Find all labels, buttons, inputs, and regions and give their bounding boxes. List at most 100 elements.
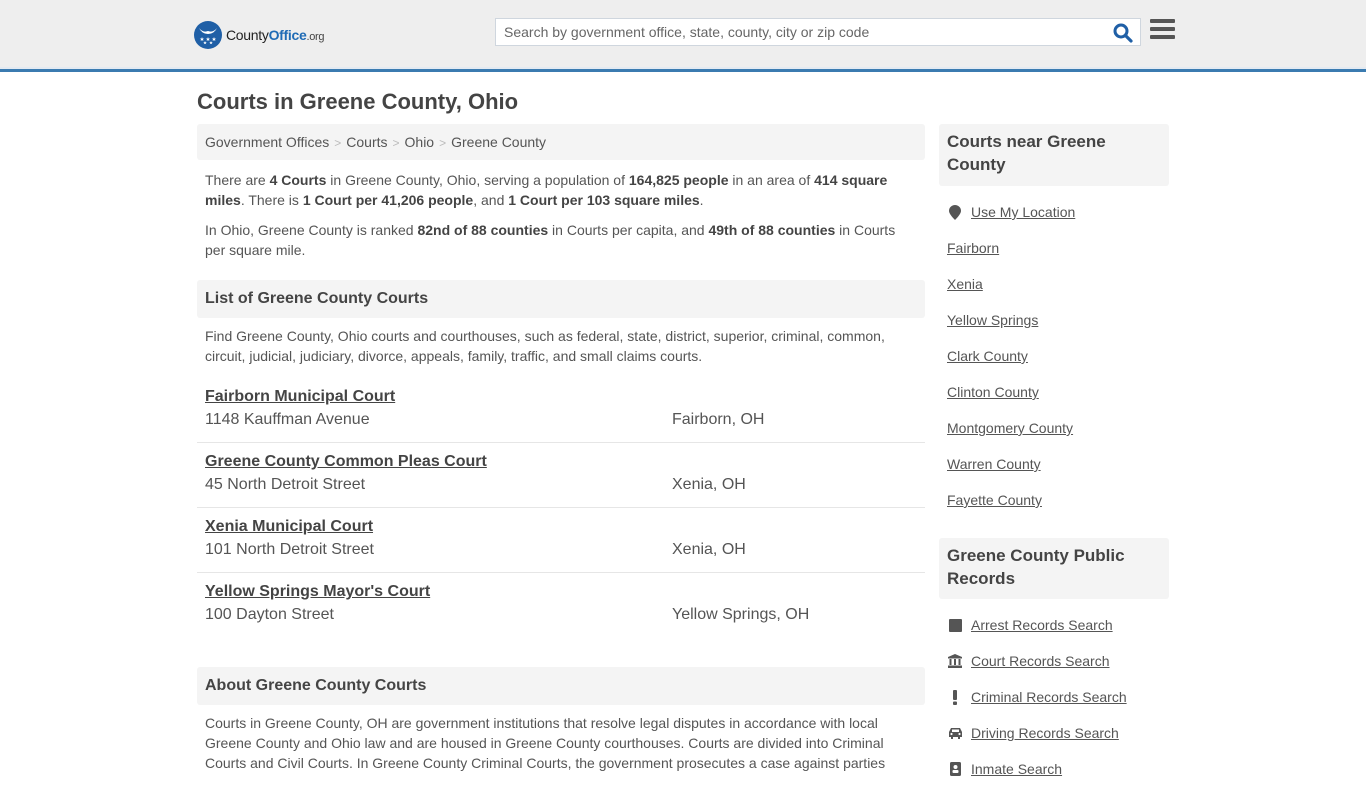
list-section-description: Find Greene County, Ohio courts and cour… — [205, 328, 885, 364]
use-my-location-link[interactable]: Use My Location — [971, 204, 1075, 220]
nearby-link-clark-county[interactable]: Clark County — [947, 348, 1028, 364]
nearby-link-clinton-county[interactable]: Clinton County — [947, 384, 1039, 400]
car-icon — [947, 725, 963, 741]
text: There are — [205, 172, 270, 188]
nearby-link-item: Montgomery County — [947, 410, 1161, 446]
menu-bar — [1150, 35, 1175, 39]
court-records-link[interactable]: Court Records Search — [971, 653, 1110, 669]
nearby-link-item: Clinton County — [947, 374, 1161, 410]
map-marker-icon — [947, 204, 963, 220]
search-input[interactable] — [496, 19, 1096, 45]
court-name-link[interactable]: Greene County Common Pleas Court — [205, 451, 487, 473]
sidebar: Courts near Greene County Use My Locatio… — [939, 124, 1169, 787]
breadcrumb: Government Offices > Courts > Ohio > Greene Co… — [197, 124, 925, 160]
court-city: Fairborn, OH — [672, 411, 765, 428]
inmate-search-link[interactable]: Inmate Search — [971, 761, 1062, 777]
breadcrumb-ohio[interactable]: Ohio — [405, 134, 435, 150]
about-section-text: Courts in Greene County, OH are governme… — [205, 715, 886, 771]
intro-paragraph-stats: There are 4 Courts in Greene County, Ohi… — [205, 170, 917, 210]
exclamation-icon — [947, 689, 963, 705]
courthouse-icon — [947, 653, 963, 669]
text: In Ohio, Greene County is ranked — [205, 222, 418, 238]
court-count: 4 Courts — [269, 172, 327, 188]
nearby-link-item: Yellow Springs — [947, 302, 1161, 338]
court-address: 100 Dayton Street — [205, 606, 334, 623]
breadcrumb-separator: > — [439, 136, 447, 150]
court-details: 101 North Detroit Street Xenia, OH — [205, 538, 917, 562]
nearby-link-item: Fairborn — [947, 230, 1161, 266]
population: 164,825 people — [628, 172, 729, 188]
site-header: CountyOffice.org — [0, 0, 1366, 72]
court-item: Xenia Municipal Court 101 North Detroit … — [197, 508, 925, 573]
square-icon — [947, 617, 963, 633]
list-section-heading: List of Greene County Courts — [197, 280, 925, 318]
courts-per-people: 1 Court per 41,206 people — [302, 192, 474, 208]
intro-summary: There are 4 Courts in Greene County, Ohi… — [197, 170, 925, 260]
nearby-courts-heading: Courts near Greene County — [939, 124, 1169, 186]
court-address: 45 North Detroit Street — [205, 476, 366, 493]
public-records-list: Arrest Records Search Court Records Sear… — [939, 607, 1169, 787]
eagle-stars-logo-icon — [194, 21, 222, 49]
court-address: 1148 Kauffman Avenue — [205, 411, 370, 428]
criminal-records-link[interactable]: Criminal Records Search — [971, 689, 1127, 705]
court-name-link[interactable]: Fairborn Municipal Court — [205, 386, 395, 408]
site-logo[interactable]: CountyOffice.org — [194, 21, 325, 49]
court-name-link[interactable]: Yellow Springs Mayor's Court — [205, 581, 430, 603]
records-link-item[interactable]: Court Records Search — [947, 643, 1161, 679]
records-link-item[interactable]: Inmate Search — [947, 751, 1161, 787]
nearby-link-item: Warren County — [947, 446, 1161, 482]
breadcrumb-separator: > — [392, 136, 400, 150]
court-details: 100 Dayton Street Yellow Springs, OH — [205, 603, 917, 627]
text: in an area of — [728, 172, 815, 188]
text: in Greene County, Ohio, serving a popula… — [326, 172, 629, 188]
about-section-heading: About Greene County Courts — [197, 667, 925, 705]
court-name-link[interactable]: Xenia Municipal Court — [205, 516, 373, 538]
search-icon[interactable] — [1112, 22, 1134, 44]
nearby-link-xenia[interactable]: Xenia — [947, 276, 983, 292]
courts-per-area: 1 Court per 103 square miles — [508, 192, 700, 208]
text: . — [699, 192, 704, 208]
logo-text-county: County — [226, 27, 269, 43]
nearby-link-yellow-springs[interactable]: Yellow Springs — [947, 312, 1038, 328]
nearby-link-fayette-county[interactable]: Fayette County — [947, 492, 1042, 508]
nearby-link-fairborn[interactable]: Fairborn — [947, 240, 999, 256]
search-bar — [495, 18, 1141, 46]
text: in Courts per capita, and — [548, 222, 709, 238]
intro-paragraph-rank: In Ohio, Greene County is ranked 82nd of… — [205, 220, 917, 260]
nearby-link-item: Xenia — [947, 266, 1161, 302]
logo-text: CountyOffice.org — [226, 27, 325, 43]
court-item: Greene County Common Pleas Court 45 Nort… — [197, 443, 925, 508]
court-city: Xenia, OH — [672, 541, 746, 558]
nearby-link-montgomery-county[interactable]: Montgomery County — [947, 420, 1073, 436]
records-link-item[interactable]: Criminal Records Search — [947, 679, 1161, 715]
menu-bar — [1150, 27, 1175, 31]
breadcrumb-greene-county[interactable]: Greene County — [451, 134, 546, 150]
records-link-item[interactable]: Driving Records Search — [947, 715, 1161, 751]
breadcrumb-courts[interactable]: Courts — [346, 134, 387, 150]
court-details: 1148 Kauffman Avenue Fairborn, OH — [205, 408, 917, 432]
records-link-item[interactable]: Arrest Records Search — [947, 607, 1161, 643]
court-details: 45 North Detroit Street Xenia, OH — [205, 473, 917, 497]
nearby-link-item: Clark County — [947, 338, 1161, 374]
court-list: Fairborn Municipal Court 1148 Kauffman A… — [197, 378, 925, 638]
nearby-link-warren-county[interactable]: Warren County — [947, 456, 1041, 472]
breadcrumb-separator: > — [334, 136, 342, 150]
driving-records-link[interactable]: Driving Records Search — [971, 725, 1119, 741]
logo-text-office: Office — [268, 27, 307, 43]
id-badge-icon — [947, 761, 963, 777]
menu-bar — [1150, 19, 1175, 23]
court-item: Yellow Springs Mayor's Court 100 Dayton … — [197, 573, 925, 638]
use-my-location-item[interactable]: Use My Location — [947, 194, 1161, 230]
court-address: 101 North Detroit Street — [205, 541, 374, 558]
breadcrumb-government-offices[interactable]: Government Offices — [205, 134, 329, 150]
main-content: Government Offices > Courts > Ohio > Greene Co… — [197, 124, 925, 773]
arrest-records-link[interactable]: Arrest Records Search — [971, 617, 1113, 633]
court-item: Fairborn Municipal Court 1148 Kauffman A… — [197, 378, 925, 443]
court-city: Yellow Springs, OH — [672, 606, 810, 623]
public-records-heading: Greene County Public Records — [939, 538, 1169, 599]
text: , and — [473, 192, 509, 208]
nearby-link-item: Fayette County — [947, 482, 1161, 518]
rank-per-capita: 82nd of 88 counties — [417, 222, 549, 238]
hamburger-menu-icon[interactable] — [1150, 19, 1175, 42]
